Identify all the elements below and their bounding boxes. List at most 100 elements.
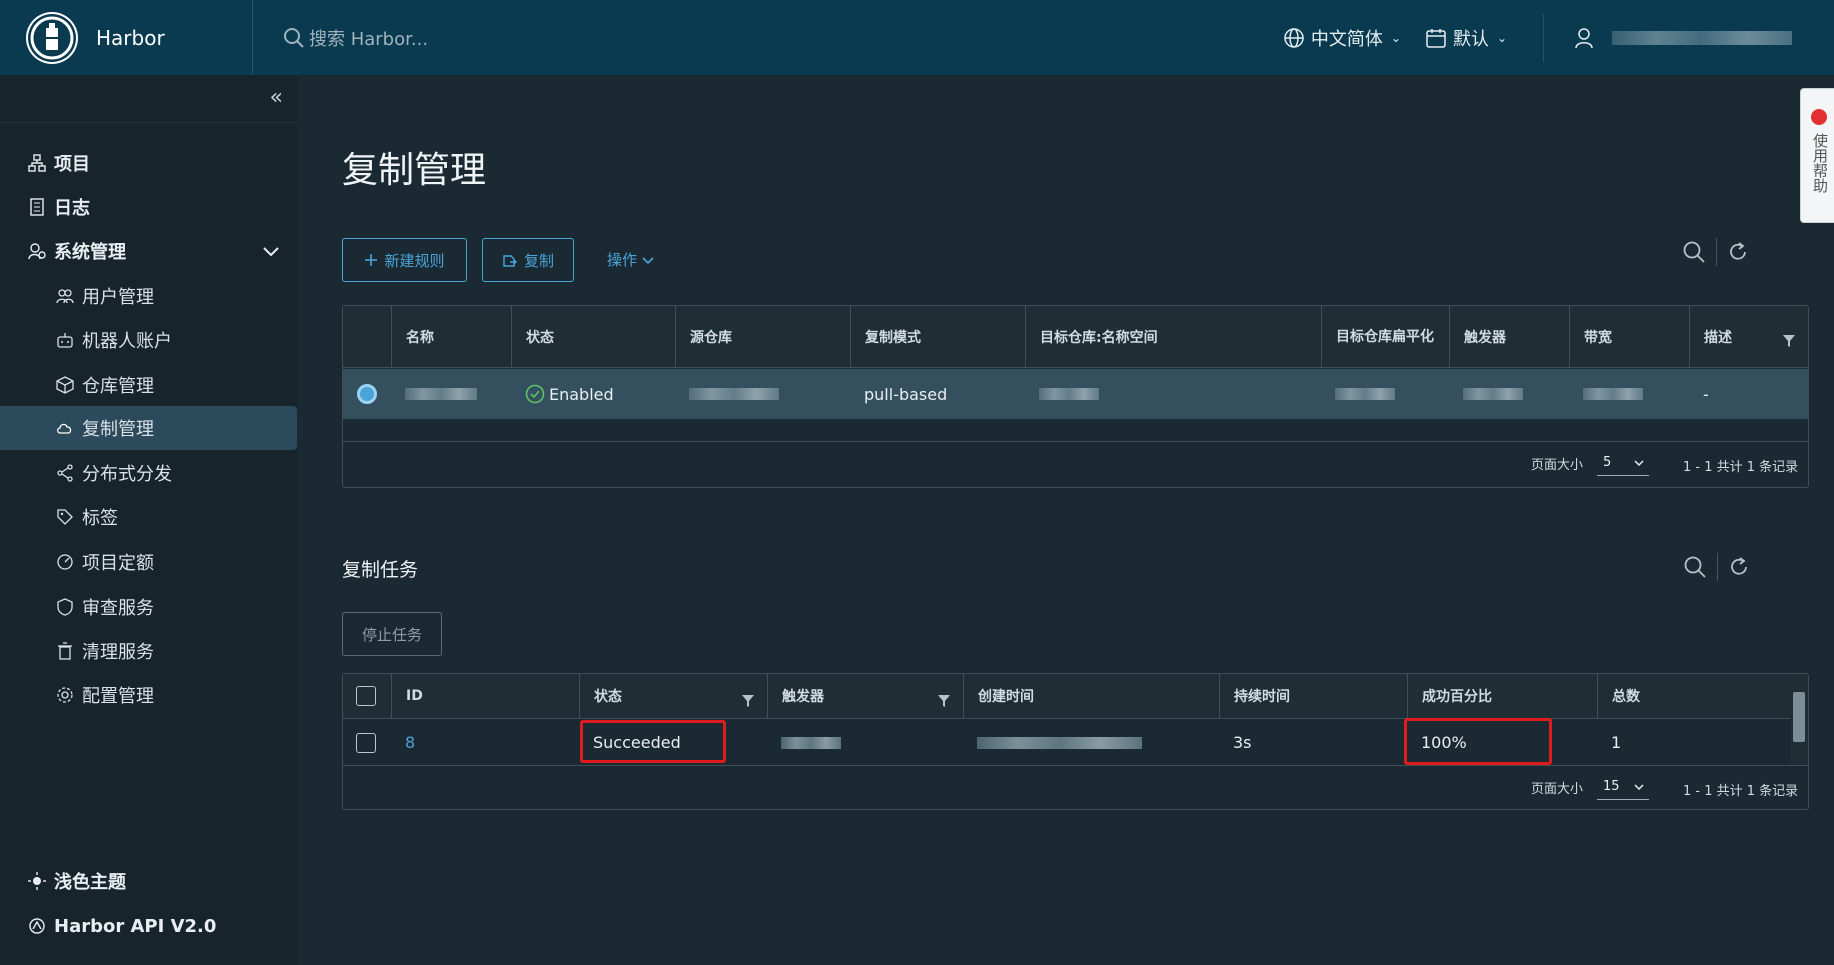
page-size-label: 页面大小 xyxy=(1531,457,1584,473)
column-bandwidth[interactable]: 带宽 xyxy=(1569,306,1689,367)
replicate-label: 复制 xyxy=(523,251,554,270)
page-title: 复制管理 xyxy=(342,150,487,191)
sidebar-item-quotas[interactable]: 项目定额 xyxy=(0,540,297,584)
log-icon xyxy=(26,196,48,218)
stop-jobs-label: 停止任务 xyxy=(361,625,422,644)
replicate-button[interactable]: 复制 xyxy=(482,238,574,282)
mode-cell: pull-based xyxy=(864,384,948,404)
sidebar-item-projects[interactable]: 项目 xyxy=(0,141,297,185)
column-name[interactable]: 名称 xyxy=(391,306,511,367)
page-size-select[interactable]: 15 xyxy=(1597,774,1650,800)
table-row[interactable]: Enabled pull-based - xyxy=(343,369,1808,419)
destination-cell xyxy=(1025,369,1321,419)
column-total[interactable]: 总数 xyxy=(1597,674,1790,718)
sidebar-item-logs[interactable]: 日志 xyxy=(0,185,297,229)
global-search[interactable]: 搜索 Harbor... xyxy=(283,25,428,51)
redacted-value xyxy=(1583,388,1643,400)
replicate-icon xyxy=(503,255,517,267)
column-source-registry[interactable]: 源仓库 xyxy=(675,306,850,367)
datetime-format-selector[interactable]: 默认 ⌄ xyxy=(1425,25,1507,51)
page-size-value: 15 xyxy=(1603,779,1620,794)
scrollbar[interactable] xyxy=(1790,674,1808,765)
theme-toggle[interactable]: 浅色主题 xyxy=(0,859,297,903)
redacted-value xyxy=(781,736,841,749)
task-id-link[interactable]: 8 xyxy=(391,720,579,765)
users-icon xyxy=(54,285,76,307)
chevron-down-icon xyxy=(1634,783,1644,790)
sidebar-item-label: 用户管理 xyxy=(82,287,154,308)
replication-rules-table: 名称 状态 源仓库 复制模式 目标仓库:名称空间 目标仓库扁平化 触发器 带宽 … xyxy=(342,305,1809,488)
row-select[interactable] xyxy=(343,720,391,765)
filter-icon[interactable] xyxy=(937,694,951,708)
sidebar-item-label: 机器人账户 xyxy=(82,331,172,352)
column-status[interactable]: 状态 xyxy=(511,306,675,367)
column-trigger[interactable]: 触发器 xyxy=(767,674,963,718)
chevron-down-icon[interactable] xyxy=(261,241,281,261)
redacted-value xyxy=(977,736,1142,749)
filter-icon[interactable] xyxy=(1782,334,1796,348)
sidebar-item-registries[interactable]: 仓库管理 xyxy=(0,363,297,407)
notification-badge-icon xyxy=(1811,109,1827,125)
trash-icon xyxy=(54,640,76,662)
page-size-select[interactable]: 5 xyxy=(1597,450,1650,476)
task-total-cell: 1 xyxy=(1611,733,1622,752)
column-creation-time[interactable]: 创建时间 xyxy=(963,674,1219,718)
column-status[interactable]: 状态 xyxy=(579,674,767,718)
column-trigger-label: 触发器 xyxy=(782,689,824,705)
column-trigger[interactable]: 触发器 xyxy=(1449,306,1569,367)
new-rule-button[interactable]: 新建规则 xyxy=(342,238,467,282)
search-placeholder[interactable]: 搜索 Harbor... xyxy=(309,25,428,51)
sidebar-item-administration[interactable]: 系统管理 xyxy=(0,229,297,273)
column-id[interactable]: ID xyxy=(391,674,579,718)
scrollbar-thumb[interactable] xyxy=(1793,692,1805,742)
api-explorer-link[interactable]: Harbor API V2.0 xyxy=(0,904,297,948)
select-all-cell[interactable] xyxy=(343,674,391,718)
sidebar-item-labels[interactable]: 标签 xyxy=(0,495,297,539)
distribution-icon xyxy=(54,462,76,484)
user-menu[interactable] xyxy=(1574,26,1834,50)
language-selector[interactable]: 中文简体 ⌄ xyxy=(1283,25,1401,51)
column-replication-mode[interactable]: 复制模式 xyxy=(850,306,1025,367)
collapse-sidebar-icon[interactable]: « xyxy=(270,85,283,110)
sidebar-item-users[interactable]: 用户管理 xyxy=(0,274,297,318)
sidebar-item-label: 清理服务 xyxy=(82,642,154,663)
refresh-icon[interactable] xyxy=(1728,556,1750,578)
sidebar-item-cleanup[interactable]: 清理服务 xyxy=(0,629,297,673)
plus-icon xyxy=(365,254,378,266)
brand-area[interactable]: Harbor xyxy=(0,0,253,75)
column-destination-namespace[interactable]: 目标仓库:名称空间 xyxy=(1025,306,1321,367)
row-checkbox[interactable] xyxy=(356,732,376,753)
sidebar-item-distribution[interactable]: 分布式分发 xyxy=(0,451,297,495)
sidebar-item-replications[interactable]: 复制管理 xyxy=(0,406,297,450)
column-duration[interactable]: 持续时间 xyxy=(1219,674,1407,718)
description-cell: - xyxy=(1703,384,1709,404)
row-select[interactable] xyxy=(343,369,391,419)
feedback-tab[interactable]: 使用帮助 xyxy=(1800,88,1834,223)
redacted-value xyxy=(405,388,477,400)
selected-radio[interactable] xyxy=(357,384,377,404)
sidebar-item-interrogation[interactable]: 审查服务 xyxy=(0,585,297,629)
refresh-icon[interactable] xyxy=(1727,241,1749,263)
stop-jobs-button[interactable]: 停止任务 xyxy=(342,612,442,656)
task-duration-cell: 3s xyxy=(1233,733,1252,752)
search-icon[interactable] xyxy=(1683,555,1707,579)
sidebar-item-robot-accounts[interactable]: 机器人账户 xyxy=(0,318,297,362)
search-icon[interactable] xyxy=(1682,240,1706,264)
quota-icon xyxy=(54,551,76,573)
tag-icon xyxy=(54,506,76,528)
sidebar-item-label: 审查服务 xyxy=(82,598,154,619)
harbor-logo-icon xyxy=(26,11,78,64)
column-flattening[interactable]: 目标仓库扁平化 xyxy=(1321,306,1449,367)
select-all-checkbox[interactable] xyxy=(356,686,376,706)
filter-icon[interactable] xyxy=(741,694,755,708)
user-icon xyxy=(1575,27,1593,48)
chevron-down-icon xyxy=(642,256,654,264)
rule-name-cell[interactable] xyxy=(391,369,511,419)
tasks-section-title: 复制任务 xyxy=(342,559,419,581)
replication-icon xyxy=(54,417,76,439)
actions-dropdown[interactable]: 操作 xyxy=(607,249,655,270)
sidebar-item-configuration[interactable]: 配置管理 xyxy=(0,673,297,717)
column-success-rate[interactable]: 成功百分比 xyxy=(1407,674,1597,718)
toolbar-divider xyxy=(1717,553,1718,581)
table-row[interactable]: 8 Succeeded 3s 100% 1 xyxy=(343,720,1790,765)
